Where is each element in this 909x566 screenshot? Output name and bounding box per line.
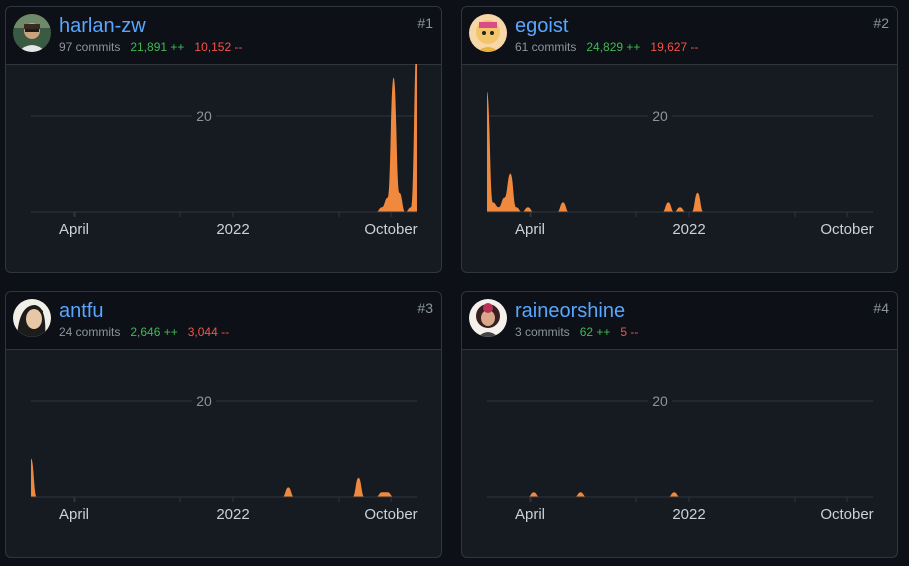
x-tick-label: October [820, 221, 873, 238]
contribution-chart: 20 April 2022 October [31, 393, 418, 523]
y-tick-label: 20 [196, 393, 212, 409]
commits-link[interactable]: 61 commits [515, 40, 576, 54]
username-link[interactable]: harlan-zw [59, 15, 146, 38]
contribution-chart: 20 April 2022 October [487, 92, 874, 238]
contributor-card: harlan-zw 97 commits 21,891 ++ 10,152 -- #… [5, 6, 442, 273]
x-tick-label: 2022 [672, 221, 705, 238]
card-header: harlan-zw 97 commits 21,891 ++ 10,152 -- #… [6, 7, 441, 65]
commit-stats: 3 commits 62 ++ 5 -- [515, 325, 638, 339]
commit-stats: 24 commits 2,646 ++ 3,044 -- [59, 325, 229, 339]
rank-label: #3 [417, 300, 433, 316]
additions-count: 21,891 ++ [130, 40, 185, 54]
contribution-chart: 20 April 2022 October [487, 393, 874, 523]
y-tick-label: 20 [652, 393, 668, 409]
y-tick-label: 20 [196, 108, 212, 124]
avatar-icon [469, 299, 507, 337]
commits-link[interactable]: 97 commits [59, 40, 120, 54]
contribution-chart: 20 April 2022 October [31, 64, 418, 238]
rank-label: #1 [417, 15, 433, 31]
rank-label: #4 [873, 300, 889, 316]
x-tick-label: April [515, 506, 545, 523]
x-tick-label: 2022 [216, 506, 249, 523]
x-tick-label: October [364, 506, 417, 523]
x-tick-label: October [364, 221, 417, 238]
contribution-area [487, 92, 873, 212]
username-link[interactable]: raineorshine [515, 300, 625, 323]
contribution-area [487, 492, 873, 497]
contributor-card: raineorshine 3 commits 62 ++ 5 -- #4 20 Apr… [461, 291, 898, 558]
x-tick-label: 2022 [672, 506, 705, 523]
x-tick-label: October [820, 506, 873, 523]
contributor-card: antfu 24 commits 2,646 ++ 3,044 -- #3 20 Ap… [5, 291, 442, 558]
avatar-icon [13, 14, 51, 52]
x-tick-label: April [515, 221, 545, 238]
card-header: antfu 24 commits 2,646 ++ 3,044 -- #3 [6, 292, 441, 350]
additions-count: 24,829 ++ [586, 40, 641, 54]
x-tick-label: April [59, 221, 89, 238]
deletions-count: 3,044 -- [187, 325, 230, 339]
deletions-count: 10,152 -- [194, 40, 243, 54]
commit-stats: 61 commits 24,829 ++ 19,627 -- [515, 40, 698, 54]
rank-label: #2 [873, 15, 889, 31]
avatar-icon [13, 299, 51, 337]
avatar[interactable] [469, 14, 507, 52]
contribution-area [31, 458, 417, 497]
deletions-count: 19,627 -- [650, 40, 699, 54]
avatar-icon [469, 14, 507, 52]
deletions-count: 5 -- [620, 325, 639, 339]
additions-count: 62 ++ [579, 325, 611, 339]
additions-count: 2,646 ++ [130, 325, 178, 339]
x-tick-label: April [59, 506, 89, 523]
avatar[interactable] [469, 299, 507, 337]
y-tick-label: 20 [652, 108, 668, 124]
avatar[interactable] [13, 14, 51, 52]
avatar[interactable] [13, 299, 51, 337]
username-link[interactable]: antfu [59, 300, 103, 323]
contribution-area [31, 64, 417, 212]
contributor-card: egoist 61 commits 24,829 ++ 19,627 -- #2 2… [461, 6, 898, 273]
commit-stats: 97 commits 21,891 ++ 10,152 -- [59, 40, 242, 54]
commits-link[interactable]: 24 commits [59, 325, 120, 339]
commits-link[interactable]: 3 commits [515, 325, 570, 339]
x-tick-label: 2022 [216, 221, 249, 238]
card-header: egoist 61 commits 24,829 ++ 19,627 -- #2 [462, 7, 897, 65]
card-header: raineorshine 3 commits 62 ++ 5 -- #4 [462, 292, 897, 350]
username-link[interactable]: egoist [515, 15, 568, 38]
